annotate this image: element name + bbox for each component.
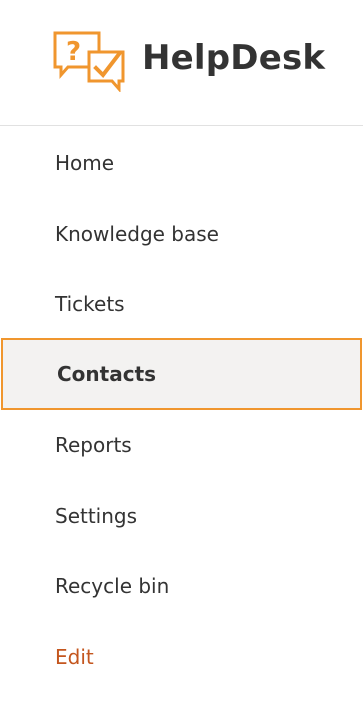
app-header: ? HelpDesk — [0, 0, 363, 126]
app-title: HelpDesk — [142, 38, 326, 78]
nav-item-home[interactable]: Home — [0, 128, 363, 198]
nav-item-tickets[interactable]: Tickets — [0, 269, 363, 339]
nav-item-recycle-bin[interactable]: Recycle bin — [0, 551, 363, 621]
edit-nav-link[interactable]: Edit — [0, 622, 363, 692]
nav-item-reports[interactable]: Reports — [0, 410, 363, 480]
nav-item-knowledge-base[interactable]: Knowledge base — [0, 199, 363, 269]
speech-bubbles-question-check-icon: ? — [53, 31, 125, 92]
svg-text:?: ? — [66, 37, 81, 67]
nav-item-settings[interactable]: Settings — [0, 481, 363, 551]
nav-item-contacts[interactable]: Contacts — [1, 338, 362, 410]
